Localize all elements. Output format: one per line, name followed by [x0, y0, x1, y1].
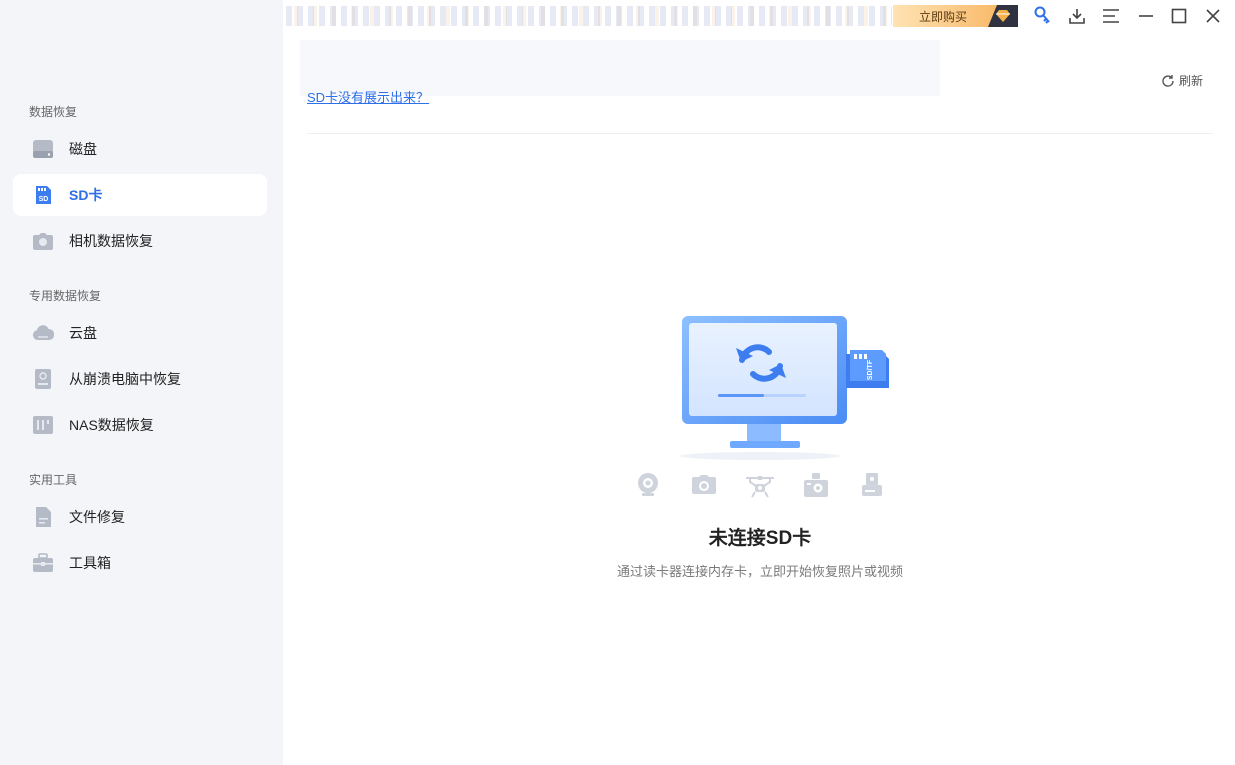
download-icon[interactable] — [1065, 4, 1089, 28]
sd-card-label: SD/TF — [867, 359, 874, 380]
buy-now-label: 立即购买 — [919, 9, 968, 24]
svg-text:SD: SD — [39, 196, 49, 203]
refresh-label: 刷新 — [1179, 74, 1204, 88]
toolbox-icon — [31, 551, 55, 575]
sidebar-item-cloud[interactable]: 云盘 — [13, 312, 267, 354]
sidebar-item-label: 磁盘 — [69, 141, 97, 157]
empty-state-title: 未连接SD卡 — [708, 528, 812, 549]
sidebar-item-label: NAS数据恢复 — [69, 417, 154, 433]
sidebar-item-file-repair[interactable]: 文件修复 — [13, 496, 267, 538]
sidebar-item-crashed-pc[interactable]: 从崩溃电脑中恢复 — [13, 358, 267, 400]
crashed-pc-icon — [31, 367, 55, 391]
sd-not-shown-link[interactable]: SD卡没有展示出来？ — [307, 87, 429, 106]
nas-icon — [31, 413, 55, 437]
sidebar-item-label: 云盘 — [69, 325, 97, 341]
camera-device-icon — [690, 470, 718, 500]
camera-icon — [31, 229, 55, 253]
disk-icon — [31, 137, 55, 161]
sidebar-item-label: 相机数据恢复 — [69, 233, 153, 249]
sd-card-graphic: SD/TF — [846, 350, 889, 388]
sidebar-item-label: SD卡 — [69, 187, 103, 203]
sidebar-item-label: 从崩溃电脑中恢复 — [69, 371, 181, 387]
menu-icon[interactable] — [1099, 4, 1123, 28]
close-icon[interactable] — [1201, 4, 1225, 28]
file-repair-icon — [31, 505, 55, 529]
action-camera-icon — [803, 470, 829, 500]
section-data-recovery: 数据恢复 — [29, 105, 78, 119]
sidebar: 数据恢复 磁盘 SD SD卡 相机数据恢复 专用数据恢复 云盘 从崩溃电脑中恢复 — [0, 0, 283, 765]
cloud-icon — [31, 321, 55, 345]
sidebar-item-label: 文件修复 — [69, 509, 125, 525]
diamond-icon — [988, 5, 1018, 27]
sidebar-item-nas[interactable]: NAS数据恢复 — [13, 404, 267, 446]
maximize-icon[interactable] — [1167, 4, 1191, 28]
sidebar-item-toolbox[interactable]: 工具箱 — [13, 542, 267, 584]
section-utilities: 实用工具 — [29, 473, 78, 487]
sidebar-item-label: 工具箱 — [69, 555, 111, 571]
minimize-icon[interactable] — [1134, 4, 1158, 28]
drone-icon — [743, 470, 777, 500]
key-icon[interactable] — [1030, 4, 1054, 28]
sidebar-item-disk[interactable]: 磁盘 — [13, 128, 267, 170]
empty-state-subtitle: 通过读卡器连接内存卡，立即开始恢复照片或视频 — [616, 564, 903, 579]
sidebar-item-camera[interactable]: 相机数据恢复 — [13, 220, 267, 262]
sidebar-item-sd-card[interactable]: SD SD卡 — [13, 174, 267, 216]
monitor-sd-illustration: SD/TF — [680, 316, 889, 460]
storage-device-icon — [860, 470, 884, 500]
sd-card-icon: SD — [31, 183, 55, 207]
section-special-recovery: 专用数据恢复 — [29, 289, 102, 303]
buy-now-banner[interactable]: 立即购买 — [893, 5, 1018, 27]
webcam-icon — [636, 470, 660, 500]
refresh-button[interactable]: 刷新 — [1161, 72, 1203, 89]
divider — [307, 133, 1213, 134]
refresh-icon — [1161, 74, 1175, 88]
